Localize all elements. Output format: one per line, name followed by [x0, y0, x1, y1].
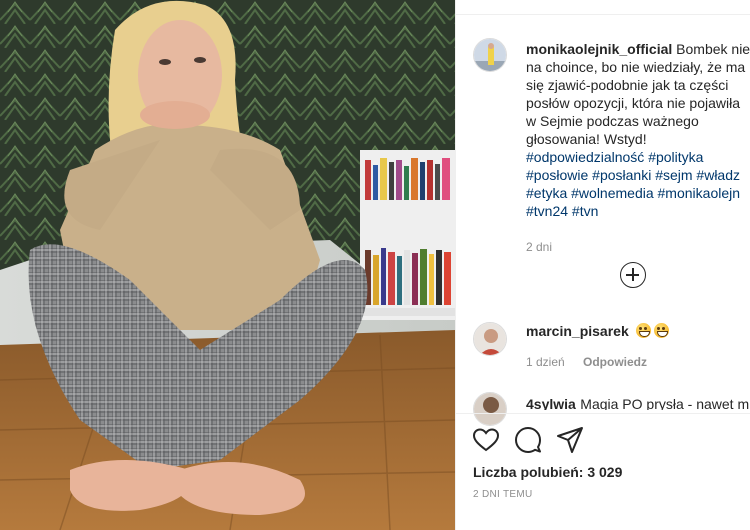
share-icon[interactable]	[556, 426, 584, 454]
comment-username-0[interactable]: marcin_pisarek	[526, 323, 629, 339]
comment-username-1[interactable]: 4sylwia	[526, 396, 576, 410]
hashtag-line-0[interactable]: #odpowiedzialność #polityka	[526, 148, 750, 166]
post-details-panel: monikaolejnik_official Bombek nie na cho…	[455, 0, 750, 530]
author-username[interactable]: monikaolejnik_official	[526, 41, 672, 57]
heart-icon[interactable]	[472, 426, 500, 454]
author-avatar-image	[474, 39, 506, 71]
caption-text: monikaolejnik_official Bombek nie na cho…	[526, 40, 750, 220]
comment-avatar-1[interactable]	[473, 392, 507, 426]
comment-0: marcin_pisarek	[526, 323, 670, 341]
comment-icon[interactable]	[514, 426, 542, 454]
load-more-comments-button[interactable]	[620, 262, 646, 288]
caption-line-1: na choince, bo nie wiedziały, że ma	[526, 59, 746, 75]
caption-line-2: się zjawić-podobnie jak ta części	[526, 77, 729, 93]
author-avatar[interactable]	[473, 38, 507, 72]
post-photo-image	[0, 0, 455, 530]
grinning-emoji-icon	[636, 323, 652, 338]
reply-button-0[interactable]: Odpowiedz	[583, 355, 647, 369]
likes-count[interactable]: Liczba polubień: 3 029	[473, 464, 622, 480]
hashtag-line-2[interactable]: #etyka #wolnemedia #monikaolejn	[526, 184, 750, 202]
comment-text-1: Magia PO prysła - nawet m	[580, 396, 750, 410]
comment-1: 4sylwia Magia PO prysła - nawet m	[526, 396, 749, 410]
comment-avatar-image-0	[474, 323, 506, 355]
comment-time-0[interactable]: 1 dzień	[526, 355, 565, 369]
caption-line-4: w Sejmie podczas ważnego	[526, 113, 699, 129]
caption-line-0: Bombek nie	[676, 41, 750, 57]
panel-top-border	[456, 14, 750, 15]
post-photo[interactable]	[0, 0, 455, 530]
grinning-emoji-icon	[654, 323, 670, 338]
caption-line-5: głosowania! Wstyd!	[526, 131, 647, 147]
hashtag-line-1[interactable]: #posłowie #posłanki #sejm #władz	[526, 166, 750, 184]
hashtag-line-3[interactable]: #tvn24 #tvn	[526, 202, 750, 220]
comment-avatar-image-1	[474, 393, 506, 425]
caption-line-3: posłów opozycji, która nie pojawiła	[526, 95, 740, 111]
post-date[interactable]: 2 DNI TEMU	[473, 489, 533, 500]
actions-divider	[456, 413, 750, 414]
post-time-ago[interactable]: 2 dni	[526, 240, 552, 254]
comment-avatar-0[interactable]	[473, 322, 507, 356]
